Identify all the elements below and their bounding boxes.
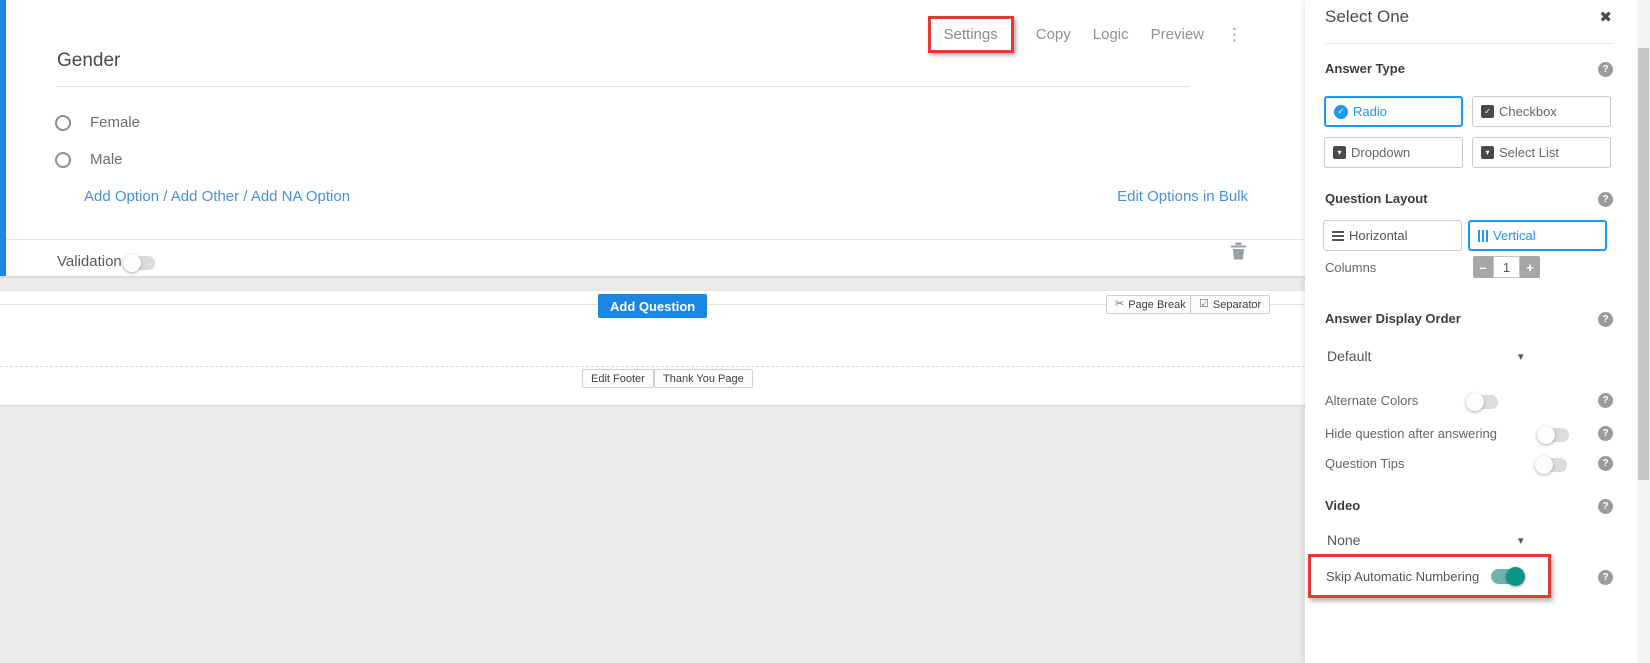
add-question-button[interactable]: Add Question (598, 294, 707, 318)
link-separator: / (163, 188, 167, 205)
layout-option-label: Horizontal (1349, 228, 1408, 243)
help-icon[interactable] (1598, 499, 1613, 514)
chevron-down-icon (1518, 534, 1524, 547)
alternate-colors-label: Alternate Colors (1325, 393, 1418, 408)
scrollbar-thumb[interactable] (1638, 48, 1649, 480)
separator-icon (1199, 299, 1209, 310)
answer-type-option-label: Radio (1353, 104, 1387, 119)
page-break-button[interactable]: Page Break (1106, 295, 1195, 314)
video-select[interactable]: None (1327, 532, 1360, 548)
chevron-down-icon (1518, 350, 1524, 363)
delete-question-icon[interactable] (1230, 241, 1247, 260)
skip-numbering-highlight: Skip Automatic Numbering (1308, 554, 1551, 598)
answer-option-row: Female (55, 114, 140, 131)
logic-button[interactable]: Logic (1093, 26, 1129, 43)
vertical-lines-icon (1478, 230, 1488, 242)
page-break-label: Page Break (1128, 299, 1185, 311)
columns-increment-button[interactable]: + (1520, 256, 1540, 278)
thank-you-page-button[interactable]: Thank You Page (654, 369, 753, 388)
columns-stepper: – 1 + (1473, 256, 1540, 278)
help-icon[interactable] (1598, 456, 1613, 471)
validation-toggle[interactable] (125, 256, 155, 270)
layout-horizontal-button[interactable]: Horizontal (1323, 220, 1462, 251)
more-options-icon[interactable] (1226, 26, 1243, 43)
panel-divider (1325, 43, 1614, 44)
skip-numbering-label: Skip Automatic Numbering (1326, 569, 1479, 584)
card-divider (6, 239, 1305, 240)
add-option-link[interactable]: Add Option (84, 188, 159, 205)
skip-numbering-toggle[interactable] (1491, 569, 1523, 584)
scrollbar-track[interactable] (1637, 0, 1650, 663)
answer-type-option-label: Checkbox (1499, 104, 1557, 119)
hide-question-label: Hide question after answering (1325, 426, 1497, 441)
hide-question-toggle[interactable] (1539, 428, 1569, 442)
toggle-knob (1466, 393, 1484, 411)
preview-button[interactable]: Preview (1151, 26, 1204, 43)
question-tips-label: Question Tips (1325, 456, 1405, 471)
radio-button-icon[interactable] (55, 115, 71, 131)
canvas-area: Add Question Page Break Separator Edit F… (0, 291, 1305, 405)
edit-footer-label: Edit Footer (591, 373, 645, 385)
answer-type-radio-button[interactable]: Radio (1324, 96, 1463, 127)
separator-label: Separator (1213, 299, 1261, 311)
add-na-option-link[interactable]: Add NA Option (251, 188, 350, 205)
page-break-icon (1115, 299, 1124, 310)
question-title-underline (57, 86, 1190, 87)
question-toolbar: Settings Copy Logic Preview (928, 16, 1243, 53)
checkbox-icon (1481, 105, 1494, 118)
radio-selected-icon (1334, 105, 1348, 119)
help-icon[interactable] (1598, 570, 1613, 585)
toggle-knob (1535, 456, 1553, 474)
select-list-icon (1481, 146, 1494, 159)
toggle-knob (1537, 426, 1555, 444)
validation-label: Validation (57, 253, 122, 270)
columns-decrement-button[interactable]: – (1473, 256, 1493, 278)
answer-type-label: Answer Type (1325, 61, 1405, 76)
add-other-link[interactable]: Add Other (171, 188, 239, 205)
help-icon[interactable] (1598, 62, 1613, 77)
question-layout-label: Question Layout (1325, 191, 1428, 206)
answer-display-order-select[interactable]: Default (1327, 348, 1371, 364)
answer-option-row: Male (55, 151, 123, 168)
panel-title: Select One (1325, 7, 1409, 27)
layout-option-label: Vertical (1493, 228, 1536, 243)
answer-type-select-list-button[interactable]: Select List (1472, 137, 1611, 168)
answer-type-option-label: Select List (1499, 145, 1559, 160)
alternate-colors-toggle[interactable] (1468, 395, 1498, 409)
help-icon[interactable] (1598, 312, 1613, 327)
option-label[interactable]: Female (90, 114, 140, 131)
link-separator: / (243, 188, 247, 205)
answer-type-checkbox-button[interactable]: Checkbox (1472, 96, 1611, 127)
copy-button[interactable]: Copy (1036, 26, 1071, 43)
columns-value[interactable]: 1 (1493, 256, 1520, 278)
video-label: Video (1325, 498, 1360, 513)
answer-type-dropdown-button[interactable]: Dropdown (1324, 137, 1463, 168)
help-icon[interactable] (1598, 192, 1613, 207)
settings-button[interactable]: Settings (928, 16, 1014, 53)
help-icon[interactable] (1598, 393, 1613, 408)
option-links: Add Option / Add Other / Add NA Option (84, 188, 350, 205)
horizontal-lines-icon (1332, 231, 1344, 241)
close-icon[interactable] (1599, 8, 1612, 26)
settings-panel: Select One Answer Type Radio Checkbox Dr… (1305, 0, 1650, 663)
question-title[interactable]: Gender (57, 50, 120, 72)
columns-label: Columns (1325, 260, 1376, 275)
footer-dashed-divider (0, 366, 1305, 367)
toggle-knob (123, 254, 141, 272)
separator-button[interactable]: Separator (1190, 295, 1270, 314)
question-tips-toggle[interactable] (1537, 458, 1567, 472)
question-card: Settings Copy Logic Preview Gender Femal… (0, 0, 1305, 276)
dropdown-icon (1333, 146, 1346, 159)
toggle-knob (1506, 567, 1525, 586)
radio-button-icon[interactable] (55, 152, 71, 168)
edit-options-in-bulk-link[interactable]: Edit Options in Bulk (1117, 188, 1248, 205)
option-label[interactable]: Male (90, 151, 123, 168)
edit-footer-button[interactable]: Edit Footer (582, 369, 654, 388)
thank-you-page-label: Thank You Page (663, 373, 744, 385)
help-icon[interactable] (1598, 426, 1613, 441)
answer-type-option-label: Dropdown (1351, 145, 1410, 160)
layout-vertical-button[interactable]: Vertical (1468, 220, 1607, 251)
answer-display-order-label: Answer Display Order (1325, 311, 1461, 326)
